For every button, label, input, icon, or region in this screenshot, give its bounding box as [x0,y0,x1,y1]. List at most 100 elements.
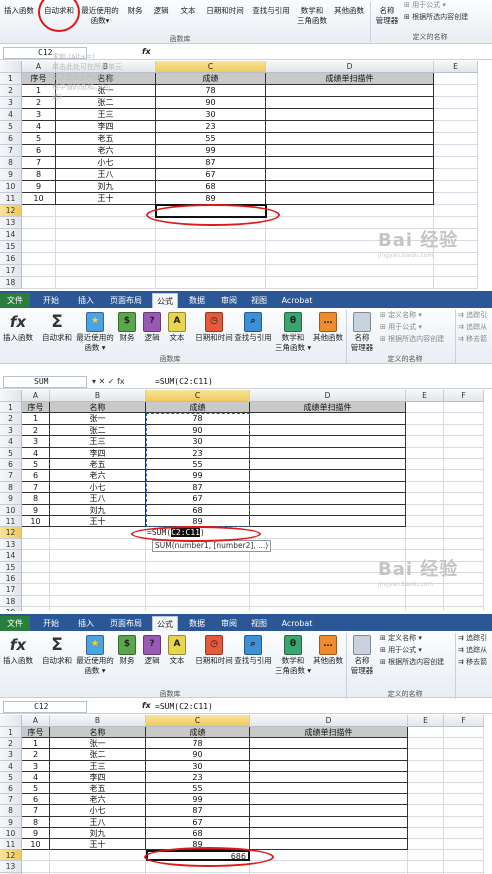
row-header[interactable]: 9 [0,493,22,505]
data-cell[interactable] [250,470,406,482]
cell[interactable] [444,738,484,750]
tab-0[interactable]: 文件 [0,616,30,631]
create-from-selection-button[interactable]: ⊞ 根据所选内容创建 [404,12,468,23]
data-cell[interactable]: 55 [156,133,266,145]
cell[interactable] [408,760,444,772]
data-cell[interactable]: 87 [156,157,266,169]
cell[interactable] [156,229,266,241]
row-header[interactable]: 7 [0,145,22,157]
cell[interactable] [50,850,146,862]
data-cell[interactable]: 老五 [56,133,156,145]
tab-2[interactable]: 插入 [72,293,100,308]
column-header-B[interactable]: B [50,390,146,402]
data-cell[interactable]: 4 [22,771,50,783]
data-cell[interactable]: 刘九 [50,504,146,516]
recent-functions-button[interactable]: 最近使用的 函数▾ [78,6,122,26]
column-header-D[interactable]: D [250,715,408,727]
data-cell[interactable]: 6 [22,470,50,482]
data-cell[interactable] [250,760,408,772]
row-header[interactable]: 1 [0,73,22,85]
row-header[interactable]: 5 [0,447,22,459]
fx-icon[interactable]: fx [142,47,151,56]
cell[interactable] [22,561,50,573]
data-cell[interactable]: 王八 [50,493,146,505]
cell[interactable] [50,550,146,562]
create-from-selection-button[interactable]: ⊞ 根据所选内容创建 [380,334,444,345]
data-cell[interactable]: 23 [146,771,250,783]
trace-dependents-button[interactable]: ⇉ 追踪从 [458,322,487,333]
cell[interactable] [444,771,484,783]
data-cell[interactable]: 10 [22,193,56,205]
cell[interactable] [444,607,484,611]
cell[interactable] [444,447,484,459]
cell[interactable] [50,607,146,611]
name-manager-button[interactable]: 名称 管理器 [347,635,377,676]
select-all-corner[interactable] [0,61,22,73]
row-header[interactable]: 15 [0,561,22,573]
cell[interactable] [56,265,156,277]
data-cell[interactable] [250,481,406,494]
data-cell[interactable]: 67 [156,169,266,181]
data-cell[interactable]: 67 [146,493,250,505]
data-cell[interactable]: 9 [22,504,50,516]
tab-0[interactable]: 文件 [0,293,30,308]
row-header[interactable]: 1 [0,727,22,739]
tab-1[interactable]: 开始 [38,616,64,631]
row-header[interactable]: 14 [0,229,22,241]
data-cell[interactable]: 张二 [50,749,146,761]
cell[interactable] [408,839,444,851]
autosum-button[interactable]: Σ 自动求和 [40,635,74,666]
data-cell[interactable]: 李四 [50,447,146,459]
cell[interactable] [444,436,484,448]
cell[interactable] [434,205,478,217]
column-header-F[interactable]: F [444,390,484,402]
data-cell[interactable]: 9 [22,827,50,839]
data-cell[interactable] [250,749,408,761]
row-header[interactable]: 17 [0,265,22,277]
cell[interactable] [50,595,146,608]
data-cell[interactable]: 99 [156,145,266,157]
trace-dependents-button[interactable]: ⇉ 追踪从 [458,645,487,656]
header-cell[interactable]: 成绩 [156,73,266,85]
trace-precedents-button[interactable]: ⇉ 追踪引 [458,633,487,644]
row-header[interactable]: 12 [0,205,22,217]
data-cell[interactable]: 5 [22,133,56,145]
data-cell[interactable]: 55 [146,783,250,795]
data-cell[interactable]: 8 [22,493,50,505]
cell[interactable] [56,253,156,265]
data-cell[interactable] [250,805,408,817]
data-cell[interactable]: 李四 [50,771,146,783]
data-cell[interactable]: 王八 [56,169,156,181]
data-cell[interactable] [250,839,408,851]
data-cell[interactable] [266,121,434,133]
lookup-button[interactable]: ⌕ 查找与引用 [230,635,276,666]
cell[interactable] [22,217,56,229]
tab-3[interactable]: 页面布局 [104,616,148,631]
data-cell[interactable] [250,424,406,437]
row-header[interactable]: 12 [0,850,22,862]
tab-7[interactable]: 视图 [246,616,272,631]
tab-5[interactable]: 数据 [184,293,210,308]
finance-button[interactable]: $ 财务 [115,635,139,666]
cell[interactable] [22,538,50,551]
tab-8[interactable]: Acrobat [278,616,316,631]
select-all-corner[interactable] [0,715,22,727]
data-cell[interactable]: 5 [22,459,50,471]
row-header[interactable]: 7 [0,470,22,482]
column-header-C[interactable]: C [146,715,250,727]
tab-6[interactable]: 审阅 [216,616,242,631]
data-cell[interactable]: 老六 [50,470,146,482]
data-cell[interactable]: 30 [156,109,266,121]
cell[interactable] [22,527,50,539]
data-cell[interactable] [250,794,408,806]
data-cell[interactable] [250,459,406,471]
header-cell[interactable]: 成绩 [146,402,250,414]
header-cell[interactable]: 名称 [50,727,146,739]
cell[interactable] [444,839,484,851]
cell[interactable] [266,277,434,289]
data-cell[interactable]: 78 [156,85,266,97]
column-header-A[interactable]: A [22,61,56,73]
data-cell[interactable] [250,413,406,425]
data-cell[interactable]: 老六 [50,794,146,806]
row-header[interactable]: 3 [0,749,22,761]
